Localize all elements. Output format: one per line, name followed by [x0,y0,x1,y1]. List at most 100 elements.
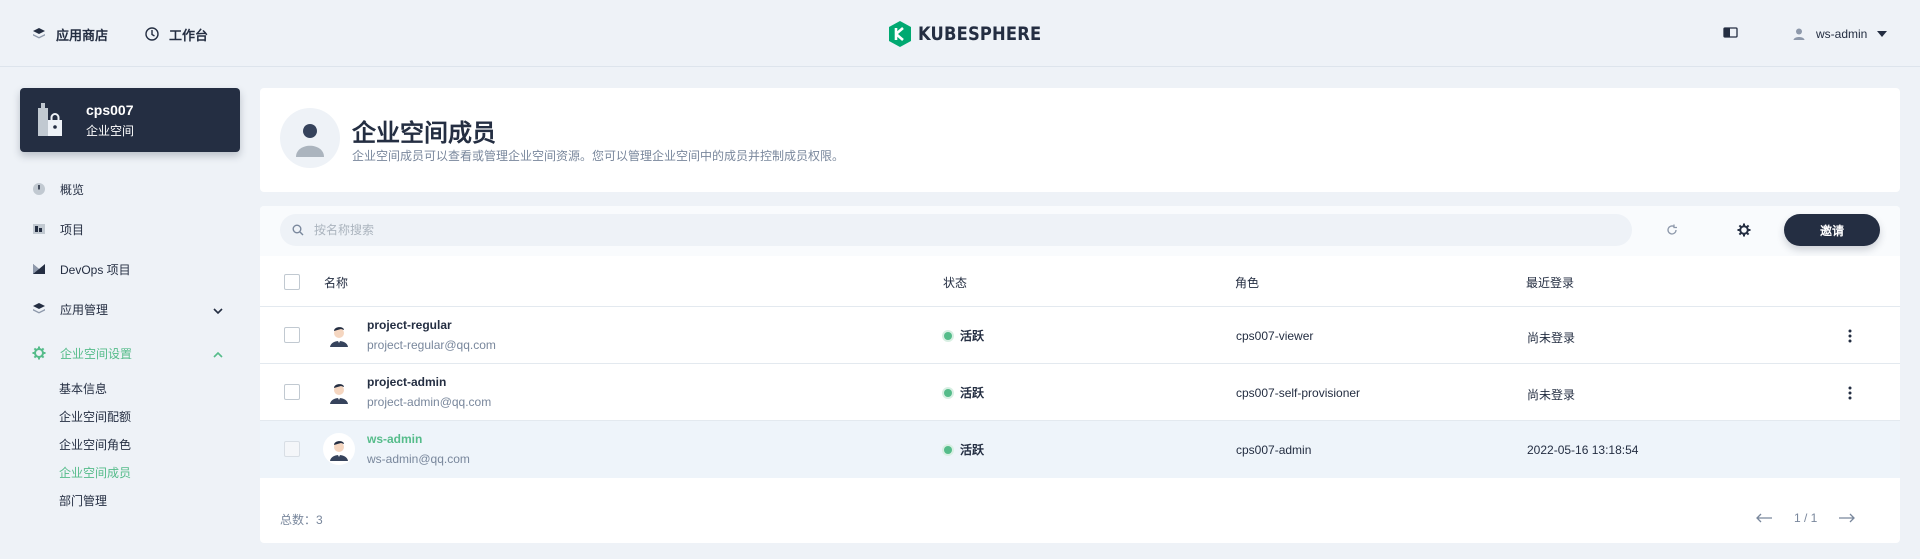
row-checkbox [284,441,300,457]
invite-button[interactable]: 邀请 [1784,214,1880,246]
sidebar-item-label: 应用管理 [60,302,109,317]
user-icon [1793,28,1805,40]
status-text: 活跃 [960,329,985,343]
refresh-button[interactable] [1662,220,1682,240]
page-indicator: 1 / 1 [1794,511,1818,525]
app-store-link[interactable]: 应用商店 [32,24,108,44]
table-row[interactable]: ws-admin ws-admin@qq.com 活跃 cps007-admin… [260,421,1900,478]
column-header-last-login[interactable]: 最近登录 [1526,274,1574,291]
next-page-button[interactable] [1837,511,1857,525]
table-row[interactable]: project-regular project-regular@qq.com 活… [260,307,1900,364]
top-bar: 应用商店 工作台 KUBESPHERE ws-admin [0,0,1920,67]
status-badge: 活跃 [944,327,984,344]
column-header-role[interactable]: 角色 [1235,274,1259,291]
sidebar-item-label: 概览 [60,182,85,197]
row-checkbox[interactable] [284,327,300,343]
member-role: cps007-admin [1236,443,1312,457]
member-name[interactable]: ws-admin [367,432,422,446]
sidebar-subitem-quota[interactable]: 企业空间配额 [59,408,131,426]
workspace-icon [38,103,62,136]
status-text: 活跃 [960,386,985,400]
notification-icon[interactable] [1723,26,1739,40]
sidebar-item-label: 项目 [60,222,85,237]
search-icon [292,224,304,236]
settings-button[interactable] [1734,220,1754,240]
avatar [323,319,355,351]
status-dot [944,331,952,340]
app-store-label: 应用商店 [56,27,109,43]
table-header: 名称 状态 角色 最近登录 [260,256,1900,307]
member-email: project-regular@qq.com [367,338,496,352]
member-email: ws-admin@qq.com [367,452,470,466]
status-text: 活跃 [960,443,985,457]
logo-text: KUBESPHERE [918,23,1042,45]
chevron-up-icon[interactable] [212,349,224,361]
select-all-checkbox[interactable] [284,274,300,290]
member-name[interactable]: project-regular [367,318,452,332]
user-name: ws-admin [1816,27,1868,41]
sidebar-item-app-management[interactable]: 应用管理 [32,299,108,319]
sidebar-item-projects[interactable]: 项目 [32,219,84,239]
workbench-link[interactable]: 工作台 [145,24,208,44]
sidebar-item-workspace-settings[interactable]: 企业空间设置 [32,343,132,363]
layers-icon [33,303,45,314]
more-actions-button[interactable] [1840,383,1860,403]
user-menu[interactable]: ws-admin [1792,24,1888,44]
page-title: 企业空间成员 [352,120,496,147]
member-last-login: 尚未登录 [1527,388,1576,402]
avatar [323,433,355,465]
chevron-down-icon[interactable] [212,305,224,317]
sidebar-subitem-departments[interactable]: 部门管理 [59,492,107,510]
members-table-card: 邀请 名称 状态 角色 最近登录 project-regular project… [260,206,1900,543]
refresh-icon [1667,224,1677,235]
kubesphere-logo[interactable]: KUBESPHERE [888,20,1061,48]
member-role: cps007-viewer [1236,329,1314,343]
project-icon [33,224,45,234]
column-header-status[interactable]: 状态 [943,274,967,291]
member-last-login: 尚未登录 [1527,331,1576,345]
more-vertical-icon [1848,329,1852,343]
table-footer: 总数：3 1 / 1 [260,493,1900,543]
avatar [323,376,355,408]
member-email: project-admin@qq.com [367,395,492,409]
prev-page-button[interactable] [1754,511,1774,525]
pagination: 1 / 1 [1754,509,1857,527]
devops-icon [33,264,45,274]
page-header: 企业空间成员 企业空间成员可以查看或管理企业空间资源。您可以管理企业空间中的成员… [260,88,1900,192]
page-description: 企业空间成员可以查看或管理企业空间资源。您可以管理企业空间中的成员并控制成员权限… [352,149,845,163]
table-row[interactable]: project-admin project-admin@qq.com 活跃 cp… [260,364,1900,421]
status-badge: 活跃 [944,384,984,401]
sidebar-subitem-basic-info[interactable]: 基本信息 [59,380,107,398]
workspace-card[interactable]: cps007 企业空间 [20,88,240,152]
total-count: 总数：3 [280,513,323,527]
dashboard-icon [145,27,159,41]
sidebar-subitem-roles[interactable]: 企业空间角色 [59,436,131,454]
search-input[interactable] [314,223,1614,237]
more-vertical-icon [1848,386,1852,400]
sidebar-item-devops[interactable]: DevOps 项目 [32,259,131,279]
members-header-icon [280,108,340,168]
more-actions-button[interactable] [1840,326,1860,346]
sidebar-item-overview[interactable]: 概览 [32,179,84,199]
dashboard-icon [33,183,45,195]
sidebar-item-label: DevOps 项目 [60,262,131,277]
gear-icon [1737,223,1751,237]
sidebar-item-label: 企业空间设置 [60,346,133,361]
layers-icon [33,28,45,39]
workspace-name: cps007 [86,101,134,118]
gear-icon [32,346,46,360]
table-toolbar: 邀请 [260,206,1900,256]
search-box[interactable] [280,214,1632,246]
column-header-name[interactable]: 名称 [324,274,348,291]
row-checkbox[interactable] [284,384,300,400]
arrow-right-icon [1839,513,1856,523]
member-last-login: 2022-05-16 13:18:54 [1527,443,1639,457]
caret-down-icon [1877,31,1888,37]
member-name[interactable]: project-admin [367,375,446,389]
status-dot [944,445,952,454]
sidebar-subitem-members[interactable]: 企业空间成员 [59,464,131,482]
arrow-left-icon [1756,513,1772,523]
status-badge: 活跃 [944,441,984,458]
kubesphere-logo-icon [889,21,911,47]
workspace-type: 企业空间 [86,123,135,138]
